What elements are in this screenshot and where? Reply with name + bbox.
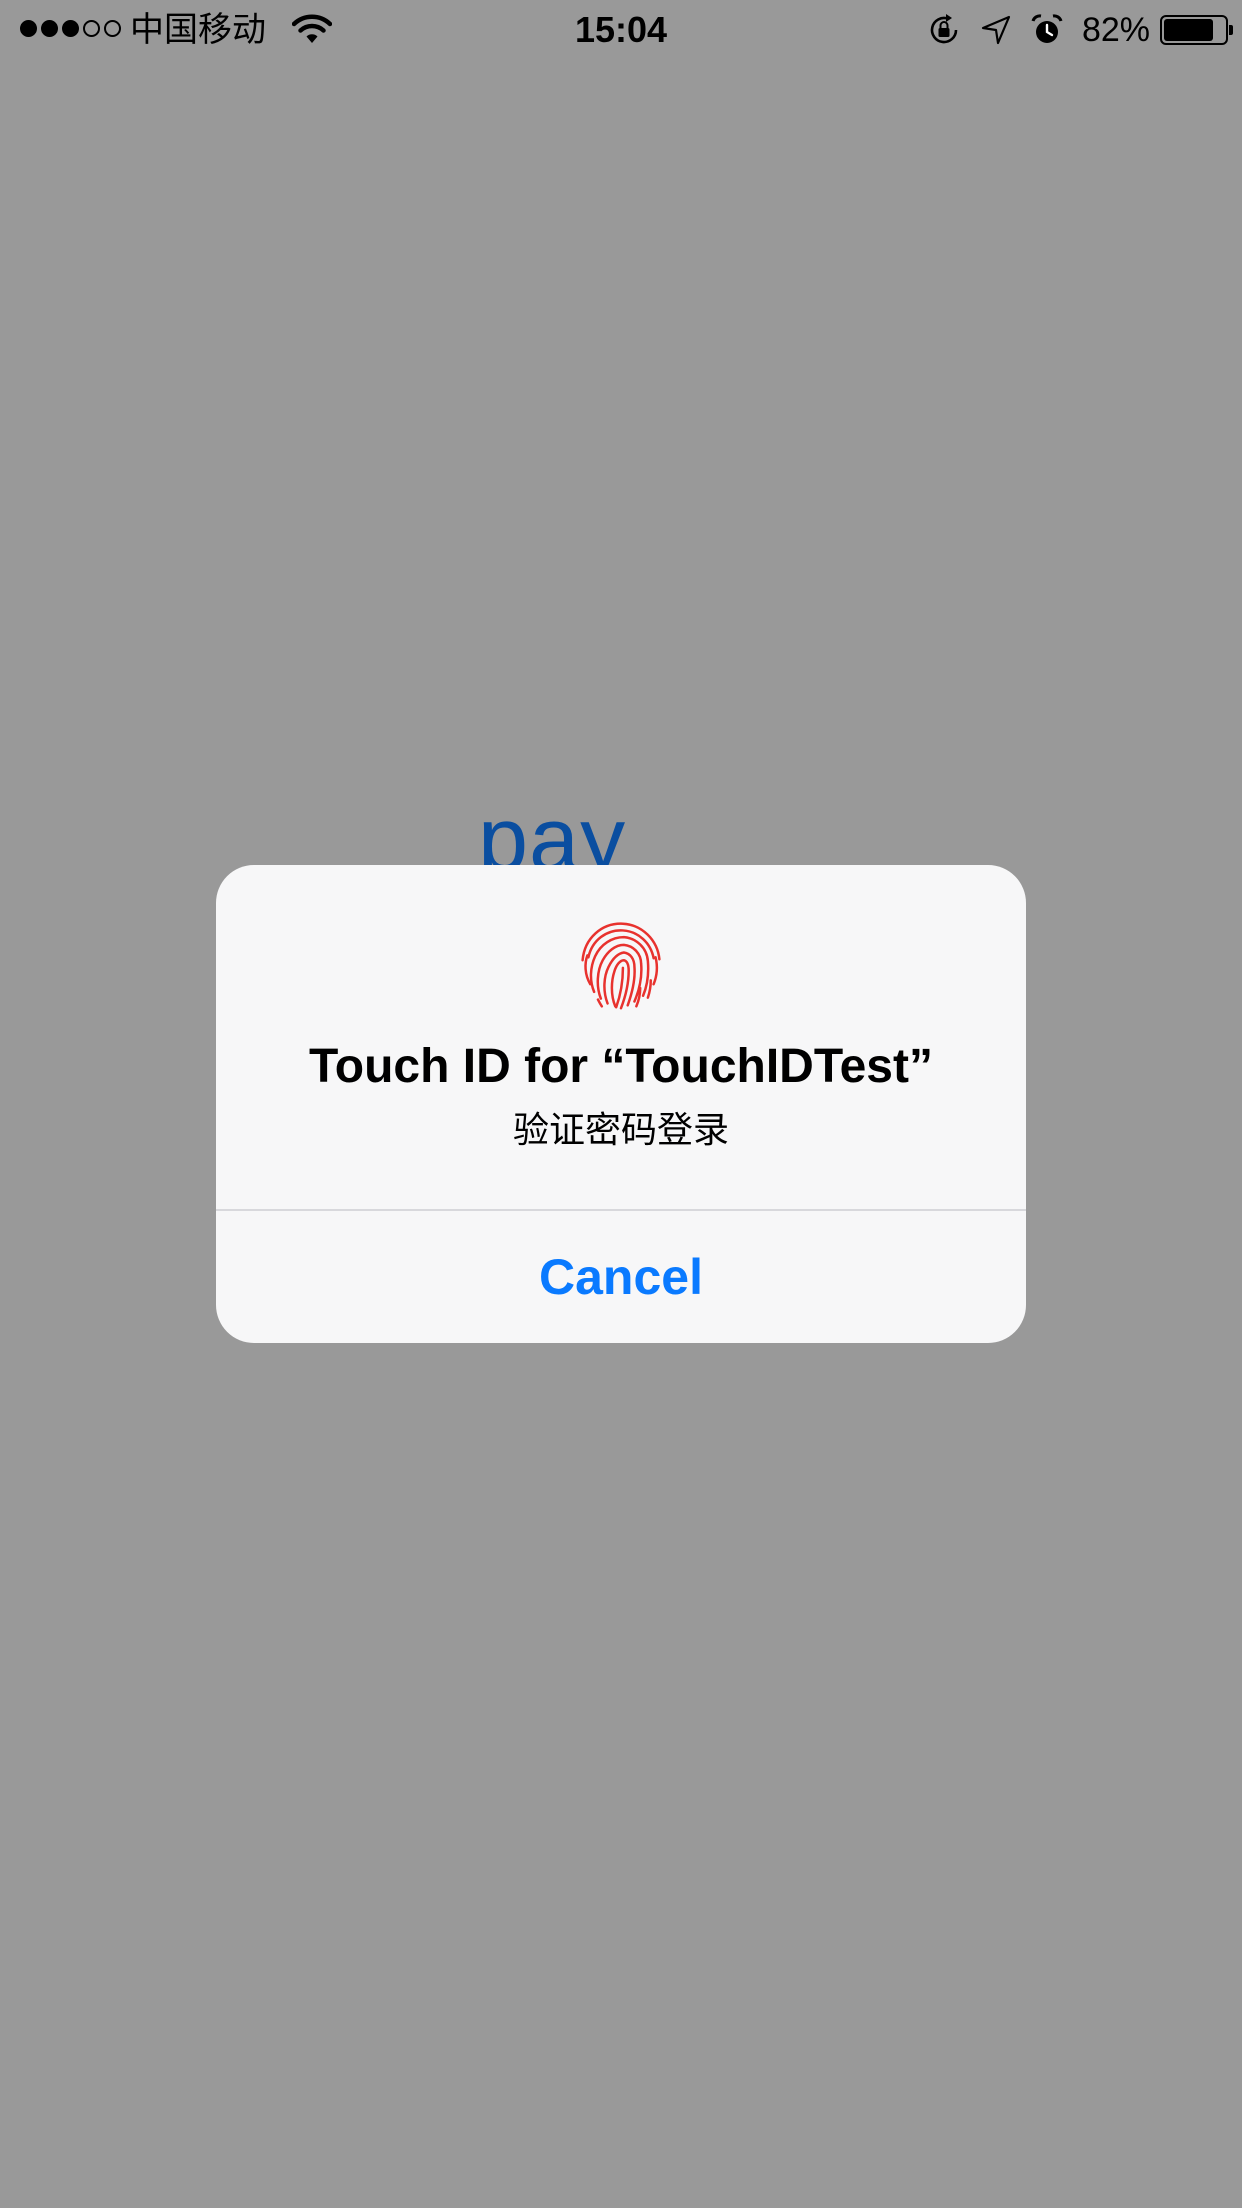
orientation-lock-icon: [930, 14, 958, 44]
battery-icon: [1160, 15, 1233, 45]
cancel-button[interactable]: Cancel: [216, 1211, 1026, 1343]
battery-fill: [1164, 19, 1214, 41]
alarm-icon: [1031, 14, 1063, 43]
location-arrow-icon: [981, 15, 1011, 45]
alert-message: 验证密码登录: [512, 1110, 729, 1151]
fingerprint-icon: [581, 922, 661, 1010]
alert-title: Touch ID for “TouchIDTest”: [309, 1040, 933, 1093]
battery-cap: [1229, 25, 1233, 35]
touch-id-alert: Touch ID for “TouchIDTest” 验证密码登录 Cancel: [216, 865, 1026, 1343]
battery-percentage: 82%: [1081, 11, 1150, 49]
status-right-icons: 82%: [926, 10, 1233, 50]
status-bar: 中国移动 15:04 82%: [0, 0, 1242, 60]
